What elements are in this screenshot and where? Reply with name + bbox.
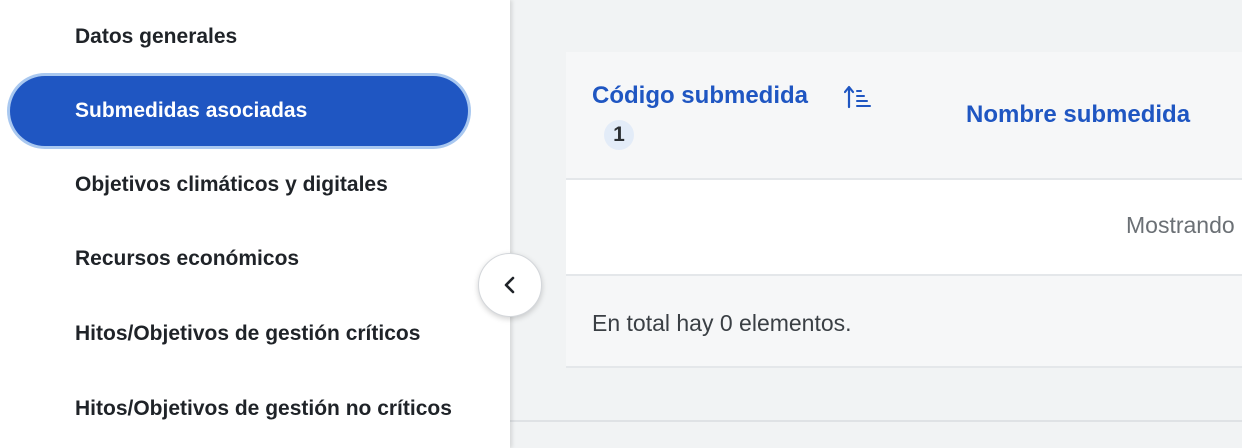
sidebar-item-label: Recursos económicos <box>75 247 300 270</box>
sort-order-badge: 1 <box>604 120 634 150</box>
column-header-name[interactable]: Nombre submedida <box>966 101 1190 129</box>
sidebar-item-objetivos-climaticos[interactable]: Objetivos climáticos y digitales <box>10 150 468 220</box>
main-top-area <box>510 0 1242 52</box>
sort-ascending-icon[interactable] <box>844 84 872 110</box>
chevron-left-icon <box>504 276 515 294</box>
pagination-info-row: Mostrando <box>566 180 1242 276</box>
sidebar-item-label: Datos generales <box>75 25 238 48</box>
sidebar-collapse-button[interactable] <box>478 253 542 317</box>
submedidas-table: Código submedida 1 Nombre submedida Most… <box>566 52 1242 368</box>
sidebar-item-hitos-criticos[interactable]: Hitos/Objetivos de gestión críticos <box>10 299 468 369</box>
sidebar-item-label: Submedidas asociadas <box>75 99 308 122</box>
sidebar-item-recursos-economicos[interactable]: Recursos económicos <box>10 224 468 294</box>
showing-text: Mostrando <box>1126 212 1235 238</box>
sidebar-item-hitos-no-criticos[interactable]: Hitos/Objetivos de gestión no críticos <box>10 374 468 444</box>
column-header-code[interactable]: Código submedida <box>592 82 808 110</box>
table-header: Código submedida 1 Nombre submedida <box>566 52 1242 180</box>
sidebar-item-label: Hitos/Objetivos de gestión críticos <box>75 322 421 345</box>
total-elements-text: En total hay 0 elementos. <box>592 310 852 336</box>
sidebar-nav: Datos generales Submedidas asociadas Obj… <box>0 0 510 448</box>
sidebar-item-label: Objetivos climáticos y digitales <box>75 173 388 196</box>
table-footer: En total hay 0 elementos. <box>566 276 1242 368</box>
sidebar-item-label: Hitos/Objetivos de gestión no críticos <box>75 397 452 420</box>
sidebar-item-datos-generales[interactable]: Datos generales <box>10 2 468 72</box>
divider <box>510 420 1242 422</box>
sidebar-item-submedidas-asociadas[interactable]: Submedidas asociadas <box>10 76 468 146</box>
